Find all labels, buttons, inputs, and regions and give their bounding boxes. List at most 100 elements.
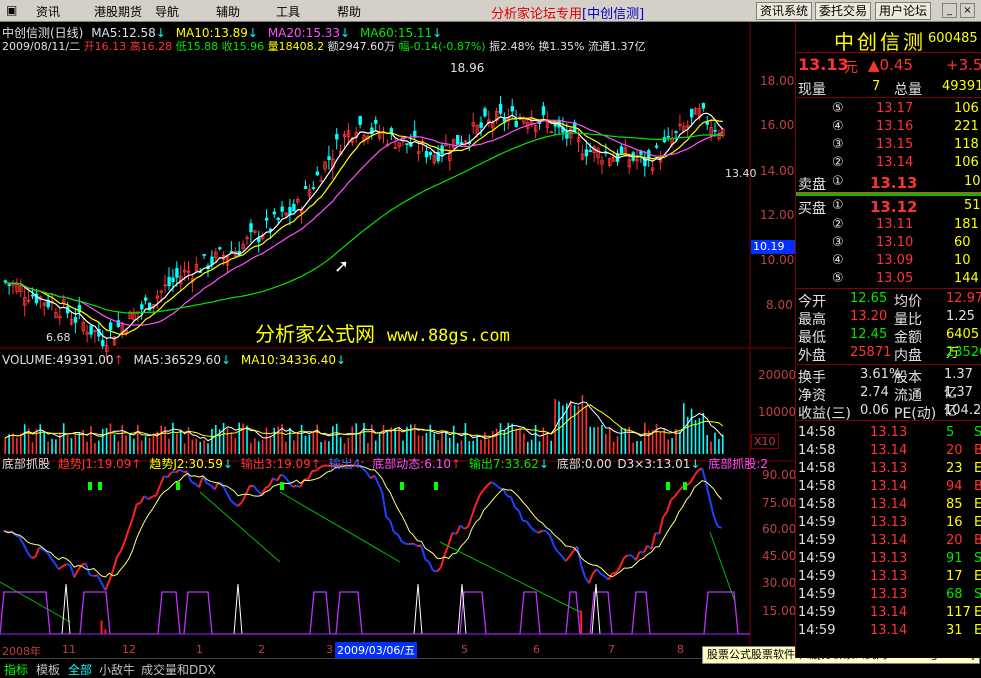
bar-close: 收15.96: [221, 40, 265, 53]
candle-body: [167, 276, 171, 287]
indicator-j1-line: [529, 526, 536, 532]
indicator-j1-line: [455, 524, 462, 535]
candle-body: [276, 217, 280, 220]
candle-body: [713, 129, 717, 132]
bar-high: 高16.28: [129, 40, 173, 53]
close-icon[interactable]: ×: [960, 3, 975, 18]
stat-row: 今开 12.65 均价 12.97: [798, 291, 981, 310]
stock-code: 600485: [928, 31, 978, 46]
indicator-j1-line: [186, 471, 193, 482]
indicator-j1-line: [490, 481, 496, 486]
tab-indicator[interactable]: 指标: [4, 661, 28, 678]
menu-assist[interactable]: 辅助: [216, 3, 240, 20]
indicator-j1-line: [533, 529, 539, 534]
time-axis-label: 12: [122, 643, 136, 656]
time-axis-label: 2008年: [2, 645, 41, 658]
candle-body: [584, 149, 589, 157]
candle-body: [424, 151, 429, 158]
menu-help[interactable]: 帮助: [337, 3, 361, 20]
candle-body: [654, 145, 659, 148]
signal-marker: [280, 482, 284, 490]
indicator-j1-line: [229, 498, 235, 505]
indicator-axis-label: 60.00: [762, 522, 797, 536]
indicator-j1-line: [89, 574, 94, 577]
tick-row: 14:58 13.14 85 E: [798, 497, 981, 512]
indicator-j1-line: [619, 557, 626, 567]
indicator-j1-line: [198, 475, 204, 488]
indicator-j1-line: [50, 557, 56, 564]
menu-tools[interactable]: 工具: [276, 3, 300, 20]
menu-info[interactable]: 资讯: [36, 3, 60, 20]
candle-body: [327, 156, 331, 161]
indicator-j1-line: [596, 568, 602, 575]
indicator-j1-line: [685, 481, 692, 487]
candle-body: [701, 103, 706, 109]
candle-body: [413, 130, 417, 138]
tab-template[interactable]: 模板: [36, 661, 60, 678]
tick-row: 14:59 13.14 117 E: [798, 605, 981, 620]
price-axis-label: 16.00: [760, 118, 795, 132]
tab-xiaodiniu[interactable]: 小敌牛: [99, 661, 135, 678]
time-axis-label: 3: [326, 643, 333, 656]
indicator-j1-line: [131, 504, 138, 519]
indicator-j1-line: [365, 471, 372, 479]
indicator-j1-line: [58, 565, 64, 571]
indicator-j1-line: [159, 475, 165, 486]
indicator-axis-label: 75.00: [762, 496, 797, 510]
price-axis-label: 12.00: [760, 208, 795, 222]
candle-body: [249, 223, 253, 233]
price-axis-label: 10.00: [760, 253, 795, 267]
forum-button[interactable]: 用户论坛: [875, 2, 932, 20]
candle-body: [175, 268, 179, 278]
app-icon[interactable]: ▣: [6, 3, 17, 17]
tab-volume-ddx[interactable]: 成交量和DDX: [141, 661, 216, 678]
indicator-j1-line: [104, 580, 111, 591]
time-axis-label: 7: [608, 643, 615, 656]
indicator-j1-line: [373, 475, 380, 485]
indicator-j1-line: [377, 483, 384, 493]
fundamental-row: 净资 2.74 流通 1.37亿: [798, 385, 973, 419]
indicator-j1-line: [549, 535, 555, 547]
time-axis-label: 6: [533, 643, 540, 656]
candle-body: [218, 247, 222, 250]
candle-body: [202, 254, 206, 256]
indicator-j1-line: [292, 484, 297, 488]
signal-marker: [400, 482, 404, 490]
indicator-j1-line: [112, 556, 119, 571]
candle-body: [73, 317, 78, 323]
minimize-icon[interactable]: _: [942, 3, 957, 18]
candle-body: [30, 294, 35, 297]
indicator-j1-line: [479, 489, 485, 496]
candle-body: [619, 146, 624, 154]
menu-navigate[interactable]: 导航: [155, 3, 179, 20]
candle-body: [108, 322, 113, 330]
indicator-j1-line: [252, 485, 259, 492]
time-axis-label: 8: [677, 643, 684, 656]
ask-row: ⑤ 13.17 106: [832, 101, 979, 116]
signal-marker: [683, 482, 687, 490]
indicator-j1-line: [689, 475, 696, 483]
candle-body: [588, 150, 592, 152]
indicator-j1-line: [474, 494, 481, 505]
info-system-button[interactable]: 资讯系统: [756, 2, 813, 20]
tick-row: 14:58 13.13 5 S: [798, 425, 981, 440]
trend-line: [199, 491, 281, 563]
bar-volume: 量18408.2: [267, 40, 325, 53]
indicator-j1-line: [428, 561, 434, 572]
trade-button[interactable]: 委托交易: [815, 2, 872, 20]
candle-body: [389, 128, 394, 133]
tick-row: 14:59 13.14 31 E: [798, 623, 981, 638]
bid1-row: 买盘 ① 13.12 51: [798, 198, 981, 217]
bar-amplitude: 振2.48%: [489, 40, 536, 53]
tab-all[interactable]: 全部: [68, 661, 92, 678]
price-axis-label: 8.00: [766, 298, 793, 312]
stat-row: 外盘25871内盘23520: [798, 345, 981, 364]
bar-date: 2009/08/11/二: [2, 40, 81, 53]
indicator-j1-line: [127, 517, 134, 530]
menu-hk-futures[interactable]: 港股期货: [94, 3, 142, 20]
tick-row: 14:58 13.13 23 E: [798, 461, 981, 476]
candle-body: [565, 131, 569, 139]
indicator-j1-line: [436, 566, 442, 573]
indicator-j1-line: [487, 481, 493, 486]
indicator-j1-line: [264, 485, 270, 489]
